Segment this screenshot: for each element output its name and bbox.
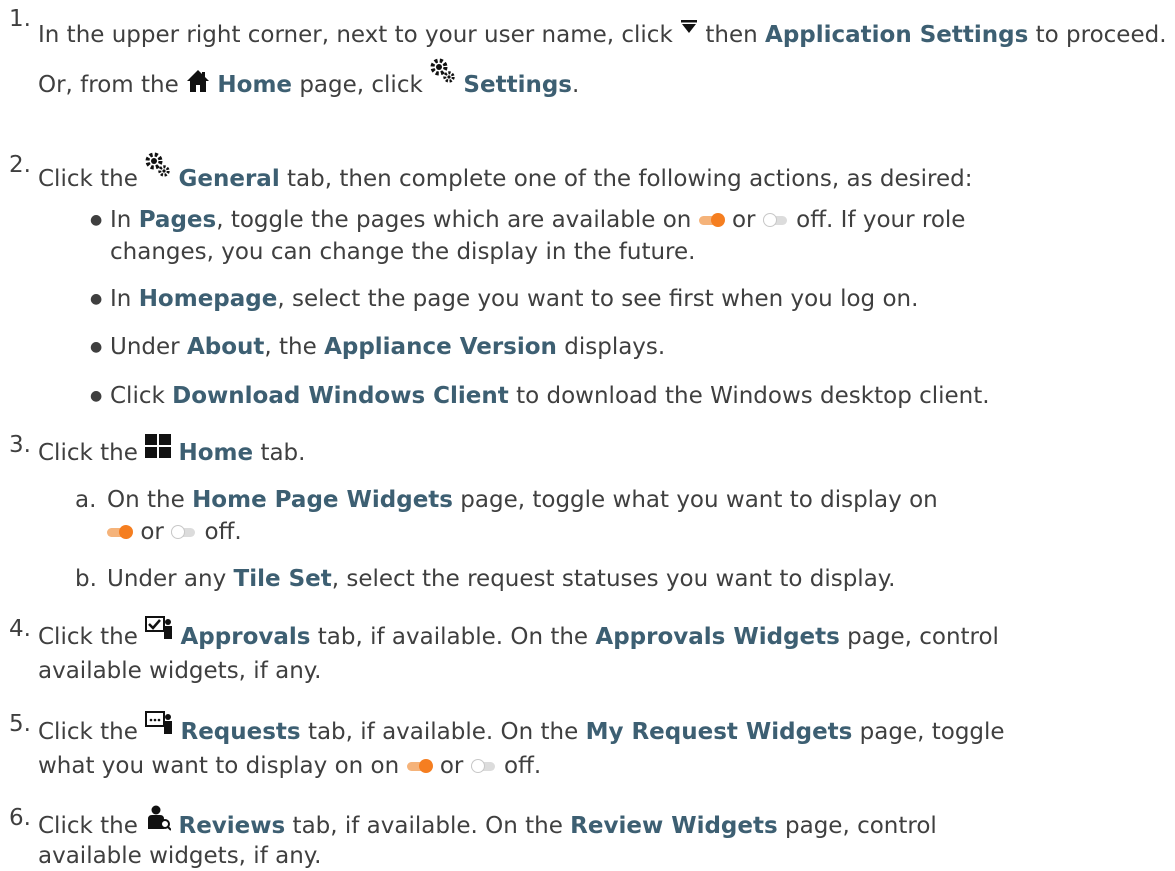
settings-gears-icon	[430, 56, 456, 98]
general-tab-label: General	[178, 166, 280, 192]
text: page, click	[299, 72, 423, 98]
home-tiles-icon	[145, 432, 172, 470]
text: Under any	[107, 566, 227, 592]
text: Click	[110, 383, 165, 409]
requests-tab-label: Requests	[180, 719, 301, 745]
text: off.	[204, 519, 242, 545]
home-icon	[186, 65, 210, 107]
item-text: On the Home Page Widgets page, toggle wh…	[107, 484, 1167, 548]
text: Click the	[38, 166, 138, 192]
text: Click the	[38, 813, 138, 839]
bullet: ●	[90, 212, 103, 228]
text: page, toggle	[859, 719, 1005, 745]
step-number: 5.	[9, 711, 31, 737]
text: displays.	[564, 334, 666, 360]
step-6-text: Click the Reviews tab, if available. On …	[38, 805, 1170, 871]
approvals-icon	[145, 616, 173, 650]
home-tab-label: Home	[178, 440, 254, 466]
approvals-tab-label: Approvals	[180, 624, 311, 650]
text: or	[439, 753, 464, 779]
list-item: ● In Pages, toggle the pages which are a…	[90, 204, 1167, 268]
toggle-on-icon	[107, 525, 133, 539]
home-page-widgets-label: Home Page Widgets	[192, 487, 453, 513]
text: , toggle the pages which are available o…	[216, 207, 692, 233]
review-widgets-label: Review Widgets	[570, 813, 778, 839]
text: On the	[107, 487, 185, 513]
text: tab, if available. On the	[292, 813, 563, 839]
step-number: 4.	[9, 616, 31, 642]
step-number: 3.	[9, 432, 31, 458]
download-windows-client-label: Download Windows Client	[172, 383, 509, 409]
about-label: About	[186, 334, 265, 360]
step-number: 2.	[9, 152, 31, 178]
step-1-text: In the upper right corner, next to your …	[38, 6, 1170, 107]
text: page, control	[847, 624, 999, 650]
text: In	[110, 207, 132, 233]
application-settings-label: Application Settings	[765, 22, 1029, 48]
text: In	[110, 286, 132, 312]
text: tab, then complete one of the following …	[287, 166, 973, 192]
text: , the	[264, 334, 317, 360]
list-item: ● Click Download Windows Client to downl…	[90, 380, 1167, 412]
toggle-off-icon	[762, 213, 789, 227]
settings-label: Settings	[463, 72, 572, 98]
text: tab.	[260, 440, 306, 466]
text: , select the request statuses you want t…	[331, 566, 896, 592]
text: available widgets, if any.	[38, 843, 322, 869]
reviews-icon	[145, 805, 172, 839]
text: Under	[110, 334, 180, 360]
text: available widgets, if any.	[38, 658, 322, 684]
text: tab, if available. On the	[307, 719, 579, 745]
list-item: ● In Homepage, select the page you want …	[90, 283, 1167, 315]
item-label: a.	[75, 487, 97, 513]
text: off.	[503, 753, 542, 779]
toggle-off-icon	[171, 525, 197, 539]
toggle-on-icon	[698, 213, 725, 227]
text: Click the	[38, 440, 138, 466]
text: changes, you can change the display in t…	[110, 239, 696, 265]
dropdown-arrow-icon	[680, 6, 698, 48]
step-3-text: Click the Home tab.	[38, 432, 1170, 472]
text: In the upper right corner, next to your …	[38, 22, 673, 48]
approvals-widgets-label: Approvals Widgets	[595, 624, 840, 650]
text: Click the	[38, 624, 138, 650]
text: or	[140, 519, 164, 545]
text: , select the page you want to see first …	[277, 286, 919, 312]
settings-gears-icon	[145, 152, 171, 190]
text: page, toggle what you want to display on	[460, 487, 938, 513]
text: to download the Windows desktop client.	[516, 383, 990, 409]
bullet: ●	[90, 339, 103, 355]
step-4-text: Click the Approvals tab, if available. O…	[38, 616, 1170, 688]
text: tab, if available. On the	[317, 624, 589, 650]
homepage-label: Homepage	[138, 286, 278, 312]
reviews-tab-label: Reviews	[178, 813, 286, 839]
appliance-version-label: Appliance Version	[324, 334, 557, 360]
toggle-on-icon	[406, 759, 433, 773]
home-label: Home	[217, 72, 293, 98]
text: off. If your role	[796, 207, 966, 233]
text: Click the	[38, 719, 138, 745]
text: .	[572, 72, 580, 98]
my-request-widgets-label: My Request Widgets	[585, 719, 853, 745]
step-number: 6.	[9, 805, 31, 831]
bullet: ●	[90, 291, 103, 307]
bullet: ●	[90, 388, 103, 404]
tile-set-label: Tile Set	[233, 566, 332, 592]
text: or	[731, 207, 756, 233]
text: then	[705, 22, 758, 48]
step-5-text: Click the Requests tab, if available. On…	[38, 711, 1170, 783]
text: what you want to display on on	[38, 753, 400, 779]
step-2-text: Click the General tab, then complete one…	[38, 152, 1170, 198]
requests-icon	[145, 711, 173, 745]
pages-label: Pages	[138, 207, 217, 233]
toggle-off-icon	[470, 759, 497, 773]
step-number: 1.	[9, 6, 31, 32]
list-item: ● Under About, the Appliance Version dis…	[90, 331, 1167, 363]
item-label: b.	[75, 566, 97, 592]
text: page, control	[785, 813, 937, 839]
item-text: Under any Tile Set, select the request s…	[107, 563, 1167, 595]
